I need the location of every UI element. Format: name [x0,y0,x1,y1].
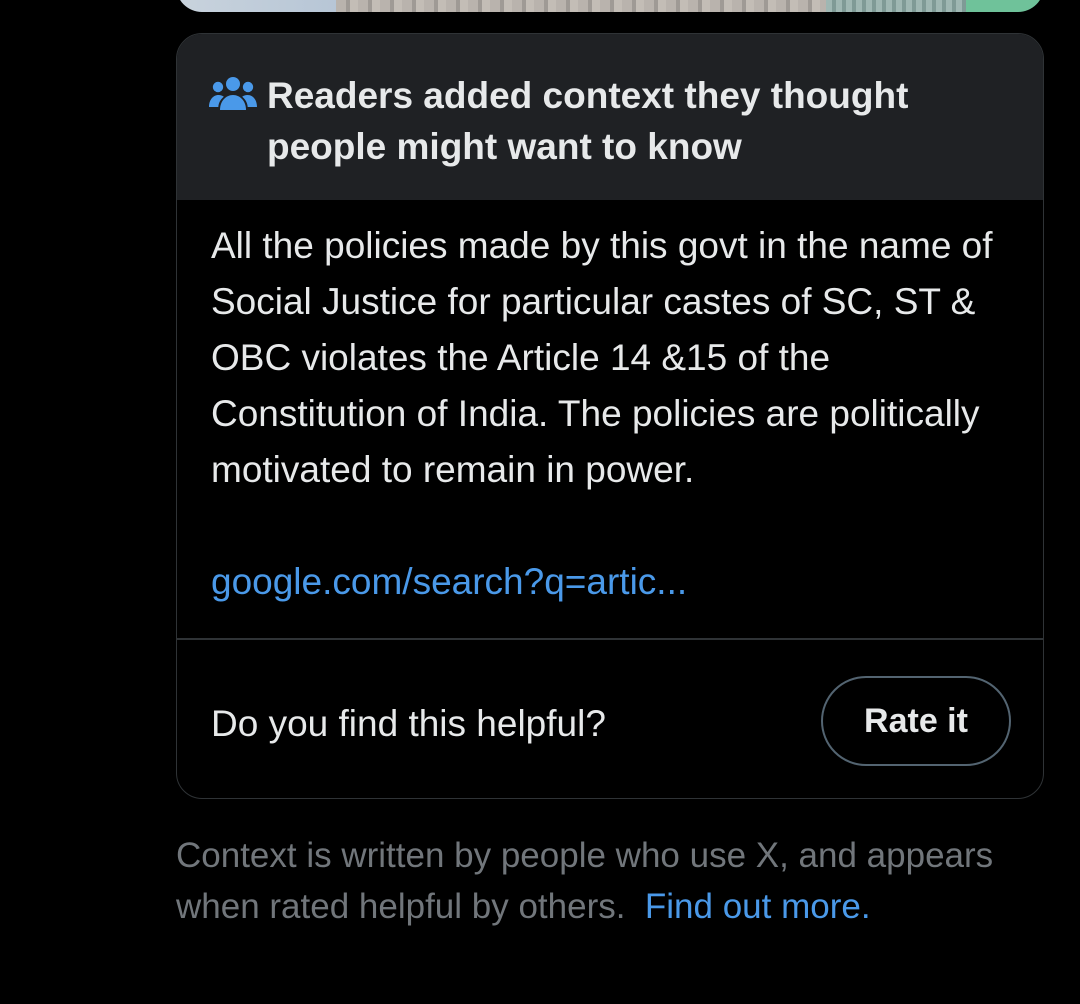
helpful-question: Do you find this helpful? [211,703,606,744]
media-preview[interactable] [176,0,1044,12]
media-image-segment [966,0,1044,12]
find-out-more-link[interactable]: Find out more. [645,887,871,926]
people-icon [209,77,257,110]
media-image-segment [336,0,826,12]
context-disclaimer: Context is written by people who use X, … [176,830,996,932]
community-note-header: Readers added context they thought peopl… [177,34,1043,200]
media-image-segment [176,0,336,12]
rate-it-button[interactable]: Rate it [821,676,1011,766]
community-note-card: Readers added context they thought peopl… [176,33,1044,799]
community-note-title: Readers added context they thought peopl… [267,75,909,167]
context-disclaimer-text: Context is written by people who use X, … [176,836,994,926]
divider [177,638,1043,640]
media-image-segment [826,0,966,12]
community-note-body: All the policies made by this govt in th… [211,225,993,490]
source-link[interactable]: google.com/search?q=artic... [211,554,687,610]
